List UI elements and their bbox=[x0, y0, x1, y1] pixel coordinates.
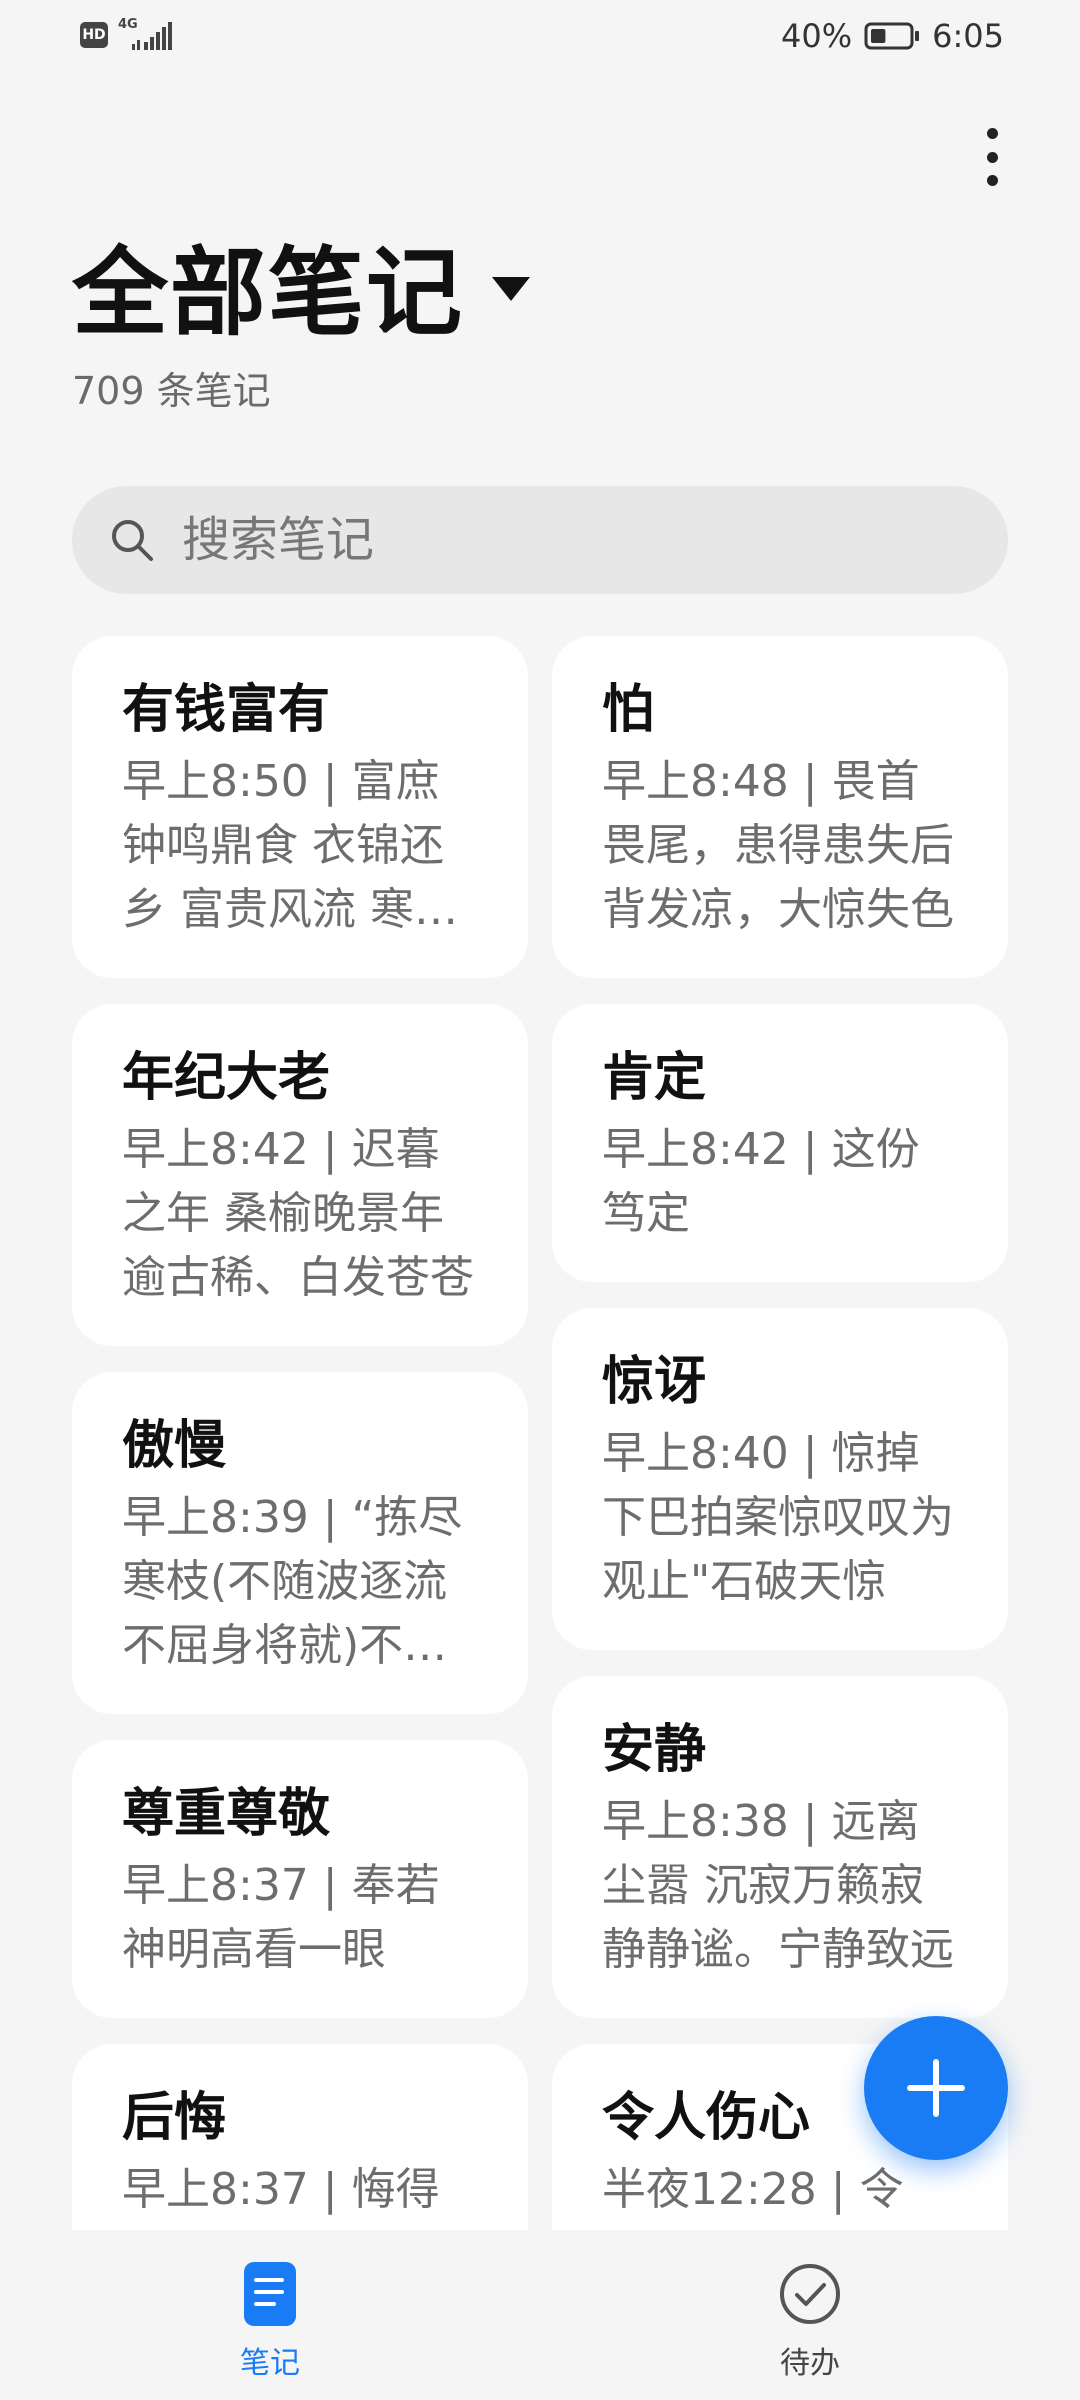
clock: 6:05 bbox=[932, 17, 1004, 55]
note-card[interactable]: 傲慢 早上8:39 | “拣尽寒枝(不随波逐流不屈身将就)不可一世 bbox=[72, 1372, 528, 1714]
note-title: 有钱富有 bbox=[122, 680, 331, 740]
notes-icon bbox=[244, 2262, 296, 2326]
note-preview: 早上8:40 | 惊掉下巴拍案惊叹叹为观止"石破天惊 bbox=[602, 1428, 954, 1607]
notes-grid: 有钱富有 早上8:50 | 富庶钟鸣鼎食 衣锦还乡 富贵风流 寒门出贵子 怕 早… bbox=[0, 630, 1080, 2230]
note-preview: 早上8:42 | 这份笃定 bbox=[602, 1124, 920, 1239]
note-title: 尊重尊敬 bbox=[122, 1784, 331, 1844]
note-preview: 早上8:37 | 奉若神明高看一眼 bbox=[122, 1860, 440, 1975]
nav-item-todo[interactable]: 待办 bbox=[710, 2260, 910, 2382]
hd-badge: HD bbox=[80, 22, 108, 48]
search-input[interactable] bbox=[182, 505, 942, 575]
nav-item-notes[interactable]: 笔记 bbox=[170, 2260, 370, 2382]
battery-percent: 40% bbox=[781, 17, 853, 55]
folder-selector[interactable]: 全部笔记 bbox=[72, 238, 530, 348]
note-card[interactable]: 有钱富有 早上8:50 | 富庶钟鸣鼎食 衣锦还乡 富贵风流 寒门出贵子 bbox=[72, 636, 528, 978]
status-right: 40% 6:05 bbox=[781, 14, 1004, 58]
note-count: 709 条笔记 bbox=[72, 369, 271, 413]
note-card[interactable]: 惊讶 早上8:40 | 惊掉下巴拍案惊叹叹为观止"石破天惊 bbox=[552, 1308, 1008, 1650]
bottom-nav: 笔记 待办 bbox=[0, 2230, 1080, 2400]
caret-down-icon bbox=[492, 277, 530, 301]
note-card[interactable]: 肯定 早上8:42 | 这份笃定 bbox=[552, 1004, 1008, 1282]
note-card[interactable]: 安静 早上8:38 | 远离尘嚣 沉寂万籁寂静静谧。宁静致远 bbox=[552, 1676, 1008, 2018]
note-title: 傲慢 bbox=[122, 1416, 227, 1476]
more-vertical-icon bbox=[986, 128, 998, 139]
note-preview: 早上8:39 | “拣尽寒枝(不随波逐流不屈身将就)不可一世 bbox=[122, 1492, 463, 1671]
note-title: 肯定 bbox=[602, 1048, 707, 1108]
note-preview: 早上8:38 | 远离尘嚣 沉寂万籁寂静静谧。宁静致远 bbox=[602, 1796, 954, 1975]
note-preview: 早上8:37 | 悔得 bbox=[122, 2164, 440, 2215]
network-label: 4G bbox=[118, 17, 138, 32]
note-preview: 早上8:48 | 畏首畏尾，患得患失后背发凉，大惊失色 bbox=[602, 756, 954, 935]
more-dot bbox=[986, 151, 998, 163]
note-card[interactable]: 尊重尊敬 早上8:37 | 奉若神明高看一眼 bbox=[72, 1740, 528, 2018]
nav-label-todo: 待办 bbox=[780, 2346, 840, 2381]
search-bar[interactable] bbox=[72, 486, 1008, 594]
note-title: 安静 bbox=[602, 1720, 707, 1780]
add-note-button[interactable] bbox=[864, 2016, 1008, 2160]
more-options-button[interactable] bbox=[970, 122, 1014, 192]
note-card[interactable]: 后悔 早上8:37 | 悔得 bbox=[72, 2044, 528, 2230]
search-icon bbox=[112, 520, 153, 561]
note-preview: 半夜12:28 | 令 bbox=[602, 2164, 904, 2215]
note-card[interactable]: 怕 早上8:48 | 畏首畏尾，患得患失后背发凉，大惊失色 bbox=[552, 636, 1008, 978]
plus-icon bbox=[907, 2059, 965, 2117]
nav-label-notes: 笔记 bbox=[240, 2346, 300, 2381]
note-card[interactable]: 年纪大老 早上8:42 | 迟暮之年 桑榆晚景年逾古稀、白发苍苍 bbox=[72, 1004, 528, 1346]
note-preview: 早上8:50 | 富庶钟鸣鼎食 衣锦还乡 富贵风流 寒门出贵子 bbox=[122, 756, 458, 935]
note-title: 后悔 bbox=[122, 2088, 227, 2148]
todo-check-icon bbox=[780, 2264, 840, 2324]
note-title: 惊讶 bbox=[602, 1352, 707, 1412]
note-preview: 早上8:42 | 迟暮之年 桑榆晚景年逾古稀、白发苍苍 bbox=[122, 1124, 474, 1303]
battery-icon bbox=[864, 22, 920, 50]
more-dot bbox=[986, 175, 998, 186]
note-title: 怕 bbox=[602, 680, 655, 740]
page-title: 全部笔记 bbox=[72, 237, 464, 349]
status-bar: HD 4G 40% 6:05 bbox=[0, 0, 1080, 72]
note-title: 年纪大老 bbox=[122, 1048, 331, 1108]
